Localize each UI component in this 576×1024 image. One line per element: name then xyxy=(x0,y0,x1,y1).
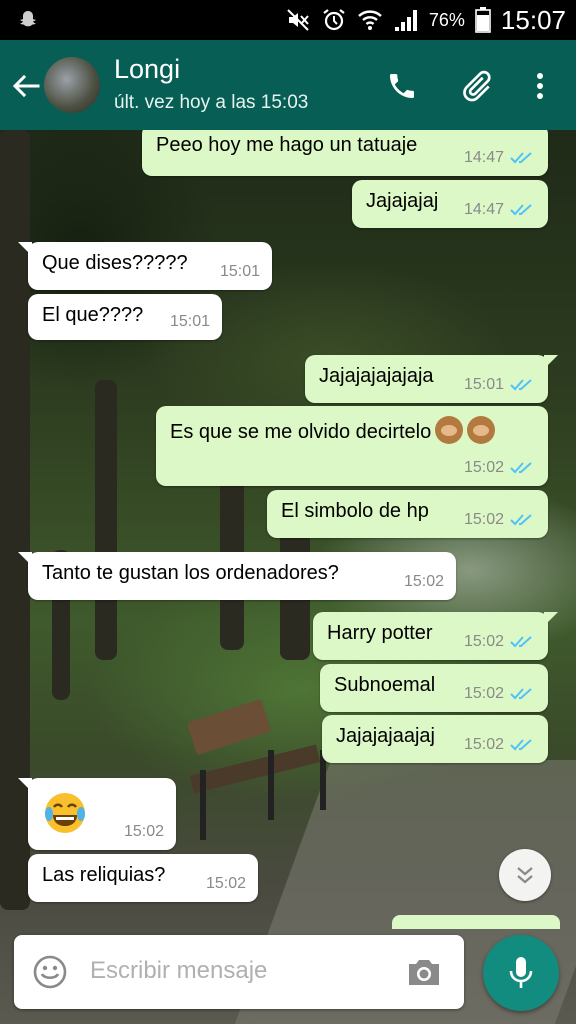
message-outgoing[interactable]: Peeo hoy me hago un tatuaje 14:47 xyxy=(142,130,548,176)
see-no-evil-monkey-icon xyxy=(467,416,496,444)
message-text: Las reliquias? xyxy=(42,864,166,886)
clock: 15:07 xyxy=(500,4,566,35)
message-time: 15:02 xyxy=(403,573,444,590)
message-time: 15:02 xyxy=(463,633,504,650)
message-incoming[interactable]: Tanto te gustan los ordenadores? 15:02 xyxy=(18,552,456,600)
read-ticks-icon xyxy=(510,636,532,648)
message-time: 14:47 xyxy=(463,201,504,218)
last-seen-status: últ. vez hoy a las 15:03 xyxy=(114,92,309,113)
read-ticks-icon xyxy=(510,462,532,474)
wifi-icon xyxy=(358,10,382,30)
message-time: 15:02 xyxy=(463,736,504,753)
message-text: Subnoemal xyxy=(334,674,436,696)
call-button[interactable] xyxy=(382,66,422,106)
paperclip-icon xyxy=(463,70,491,102)
message-outgoing[interactable]: Es que se me olvido decirtelo 15:02 xyxy=(156,406,548,486)
read-ticks-icon xyxy=(510,204,532,216)
message-outgoing[interactable]: Harry potter 15:02 xyxy=(313,612,558,660)
message-text: Jajajajaj xyxy=(366,190,439,212)
ghost-icon xyxy=(20,11,36,27)
voice-record-button[interactable] xyxy=(483,935,559,1011)
smiley-icon[interactable] xyxy=(32,954,68,990)
message-text: Que dises????? xyxy=(42,252,188,274)
message-text: Es que se me olvido decirtelo xyxy=(170,416,496,444)
signal-icon xyxy=(394,10,417,31)
message-time: 15:02 xyxy=(463,685,504,702)
message-time: 15:02 xyxy=(463,511,504,528)
read-ticks-icon xyxy=(510,688,532,700)
mute-icon xyxy=(287,9,309,31)
message-text: Jajajajaajaj xyxy=(336,725,435,747)
chat-header: Longi últ. vez hoy a las 15:03 xyxy=(0,40,576,130)
message-time: 15:02 xyxy=(463,459,504,476)
camera-icon[interactable] xyxy=(406,955,442,989)
attach-button[interactable] xyxy=(456,66,496,106)
message-text: El simbolo de hp xyxy=(281,500,429,522)
message-incoming[interactable]: El que???? 15:01 xyxy=(28,294,222,340)
message-incoming[interactable]: Que dises????? 15:01 xyxy=(18,242,272,290)
message-text: Harry potter xyxy=(327,622,433,644)
see-no-evil-monkey-icon xyxy=(435,416,464,444)
message-text: Tanto te gustan los ordenadores? xyxy=(42,562,339,584)
message-text: Peeo hoy me hago un tatuaje xyxy=(156,134,418,156)
mic-icon xyxy=(509,957,533,988)
message-outgoing[interactable]: Subnoemal 15:02 xyxy=(320,664,548,712)
message-text: Jajajajajajaja xyxy=(319,365,434,387)
contact-name[interactable]: Longi xyxy=(114,54,180,85)
message-time: 15:02 xyxy=(123,823,164,840)
message-time: 15:02 xyxy=(205,875,246,892)
message-outgoing[interactable]: Jajajajaj 14:47 xyxy=(352,180,548,228)
scroll-to-bottom-button[interactable] xyxy=(499,849,551,901)
message-time: 15:01 xyxy=(463,376,504,393)
alarm-icon xyxy=(323,9,345,31)
message-text: El que???? xyxy=(42,304,144,326)
read-ticks-icon xyxy=(510,152,532,164)
read-ticks-icon xyxy=(510,514,532,526)
message-outgoing[interactable]: El simbolo de hp 15:02 xyxy=(267,490,548,538)
message-composer: Escribir mensaje xyxy=(14,935,464,1009)
battery-icon xyxy=(475,7,491,33)
message-time: 15:01 xyxy=(219,263,260,280)
message-outgoing[interactable]: Jajajajajajaja 15:01 xyxy=(305,355,558,403)
avatar[interactable] xyxy=(44,57,100,113)
message-time: 14:47 xyxy=(463,149,504,166)
more-options-button[interactable] xyxy=(520,66,560,106)
message-outgoing xyxy=(392,915,560,929)
double-chevron-down-icon xyxy=(517,867,533,884)
read-ticks-icon xyxy=(510,739,532,751)
message-incoming[interactable]: 15:02 xyxy=(18,778,176,850)
phone-icon xyxy=(390,74,414,98)
face-with-tears-of-joy-icon xyxy=(45,793,85,833)
more-vert-icon xyxy=(537,73,543,99)
message-list[interactable]: Peeo hoy me hago un tatuaje 14:47 Jajaja… xyxy=(0,130,576,930)
message-outgoing[interactable]: Jajajajaajaj 15:02 xyxy=(322,715,548,763)
back-arrow-icon[interactable] xyxy=(10,70,42,102)
read-ticks-icon xyxy=(510,379,532,391)
battery-percent: 76% xyxy=(428,9,465,30)
status-bar: 76% 15:07 xyxy=(0,0,576,40)
message-time: 15:01 xyxy=(169,313,210,330)
message-incoming[interactable]: Las reliquias? 15:02 xyxy=(28,854,258,902)
message-input[interactable]: Escribir mensaje xyxy=(90,957,267,985)
